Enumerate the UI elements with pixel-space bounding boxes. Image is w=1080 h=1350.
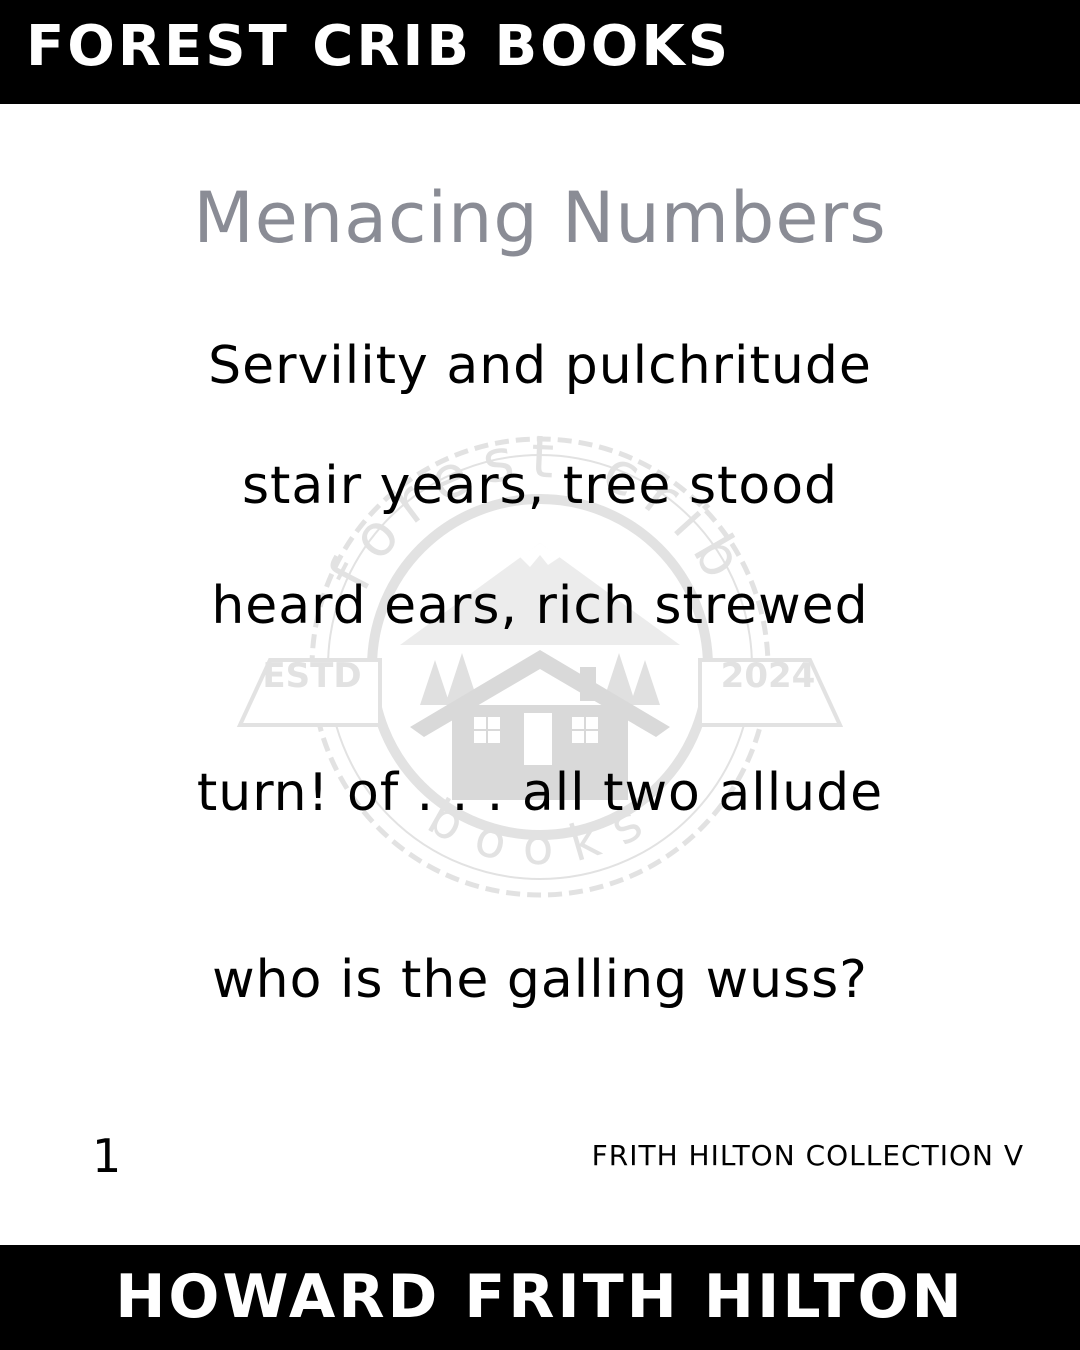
poem-line-4: turn! of . . . all two allude xyxy=(196,763,884,823)
page-number: 1 xyxy=(92,1129,122,1183)
author-name: HOWARD FRITH HILTON xyxy=(115,1262,965,1332)
poem-line-1: Servility and pulchritude xyxy=(208,336,872,396)
poem-line-3: heard ears, rich strewed xyxy=(211,576,869,636)
footer-bar: HOWARD FRITH HILTON xyxy=(0,1245,1080,1350)
publisher-name: FOREST CRIB BOOKS xyxy=(26,14,732,79)
header-bar: FOREST CRIB BOOKS xyxy=(0,0,1080,104)
watermark-right-text: 2024 xyxy=(721,656,816,696)
poem-line-2: stair years, tree stood xyxy=(241,456,839,516)
watermark-left-text: ESTD xyxy=(262,656,361,696)
poem-line-5: who is the galling wuss? xyxy=(212,950,868,1010)
poem-title: Menacing Numbers xyxy=(193,177,887,259)
collection-name: FRITH HILTON COLLECTION V xyxy=(591,1139,1024,1172)
